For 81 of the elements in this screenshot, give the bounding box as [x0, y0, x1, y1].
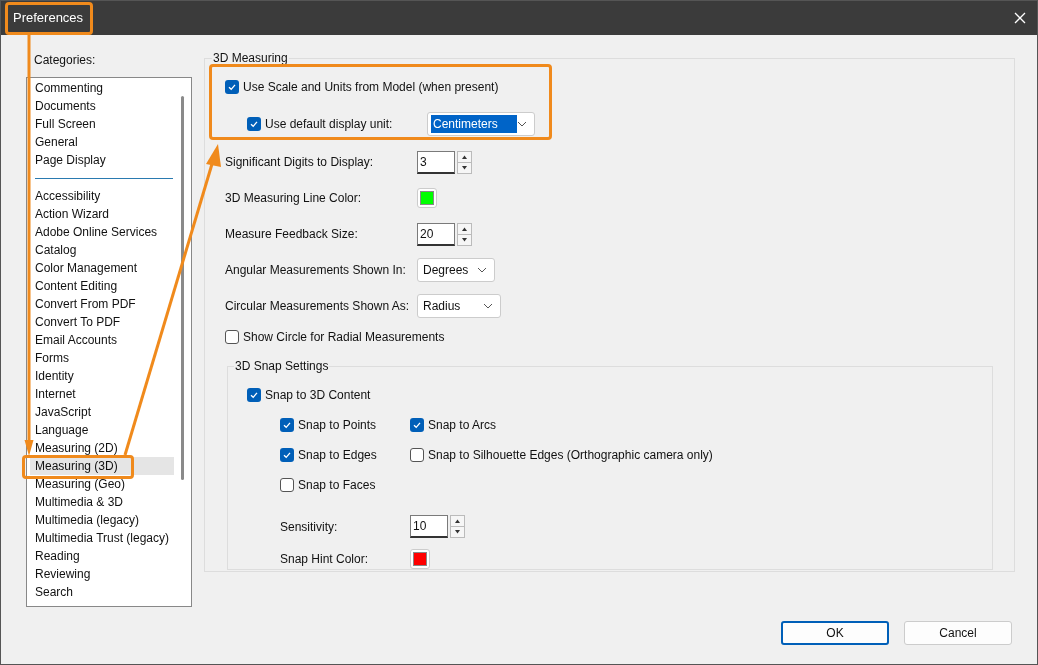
- category-item[interactable]: Convert To PDF: [30, 313, 122, 331]
- category-item[interactable]: Search: [30, 583, 75, 601]
- number-field[interactable]: 20: [417, 222, 455, 246]
- checkbox[interactable]: [247, 388, 261, 402]
- dropdown-value: Radius: [422, 298, 462, 315]
- group-title: 3D Measuring: [212, 51, 289, 65]
- category-item[interactable]: Action Wizard: [30, 205, 111, 223]
- category-item[interactable]: Measuring (2D): [30, 439, 119, 457]
- check-icon: [282, 450, 292, 460]
- number-field[interactable]: 10: [410, 515, 448, 538]
- category-item[interactable]: Measuring (Geo): [30, 475, 127, 493]
- dropdown[interactable]: Centimeters: [427, 112, 535, 136]
- category-item[interactable]: Email Accounts: [30, 331, 119, 349]
- number-field[interactable]: 3: [417, 150, 455, 174]
- checkbox-label: Use Scale and Units from Model (when present): [243, 79, 499, 96]
- dropdown-value: Degrees: [422, 262, 470, 279]
- checkbox-label: Snap to Silhouette Edges (Orthographic camera only): [428, 447, 713, 464]
- checkbox[interactable]: [280, 478, 294, 492]
- field-label: Circular Measurements Shown As:: [225, 298, 411, 315]
- category-item[interactable]: General: [30, 133, 79, 151]
- checkbox-label: Snap to Faces: [298, 477, 376, 494]
- category-item[interactable]: Color Management: [30, 259, 139, 277]
- checkbox[interactable]: [280, 418, 294, 432]
- category-item[interactable]: Forms: [30, 349, 70, 367]
- checkbox[interactable]: [410, 418, 424, 432]
- close-icon[interactable]: [1013, 11, 1027, 25]
- checkbox[interactable]: [280, 448, 294, 462]
- categories-label: Categories:: [33, 52, 97, 69]
- dialog-button[interactable]: Cancel: [904, 621, 1012, 645]
- chevron-icon: [477, 267, 487, 273]
- check-icon: [249, 390, 259, 400]
- field-label: Significant Digits to Display:: [225, 154, 375, 171]
- check-icon: [412, 420, 422, 430]
- checkbox[interactable]: [410, 448, 424, 462]
- category-item[interactable]: Multimedia (legacy): [30, 511, 141, 529]
- category-item[interactable]: Reviewing: [30, 565, 92, 583]
- category-item[interactable]: Content Editing: [30, 277, 119, 295]
- category-item[interactable]: JavaScript: [30, 403, 93, 421]
- checkbox-label: Snap to Edges: [298, 447, 377, 464]
- category-item[interactable]: Language: [30, 421, 90, 439]
- check-icon: [227, 82, 237, 92]
- checkbox[interactable]: [225, 80, 239, 94]
- dialog-button[interactable]: OK: [781, 621, 889, 645]
- checkbox-label: Snap to Arcs: [428, 417, 497, 434]
- dropdown[interactable]: Radius: [417, 294, 501, 318]
- field-label: Snap Hint Color:: [280, 551, 370, 568]
- spin-buttons[interactable]: [450, 515, 465, 538]
- category-item[interactable]: Commenting: [30, 79, 105, 97]
- category-item[interactable]: Accessibility: [30, 187, 102, 205]
- field-label: 3D Measuring Line Color:: [225, 190, 363, 207]
- chevron-icon: [483, 303, 493, 309]
- category-item[interactable]: Full Screen: [30, 115, 97, 133]
- checkbox-label: Show Circle for Radial Measurements: [243, 329, 445, 346]
- category-item[interactable]: Catalog: [30, 241, 78, 259]
- category-item[interactable]: Identity: [30, 367, 75, 385]
- field-label: Measure Feedback Size:: [225, 226, 359, 243]
- category-item[interactable]: Measuring (3D): [30, 457, 174, 475]
- checkbox-label: Snap to 3D Content: [265, 387, 371, 404]
- check-icon: [249, 119, 259, 129]
- check-icon: [282, 420, 292, 430]
- checkbox[interactable]: [225, 330, 239, 344]
- category-item[interactable]: Multimedia Trust (legacy): [30, 529, 171, 547]
- category-item[interactable]: Multimedia & 3D: [30, 493, 125, 511]
- dropdown[interactable]: Degrees: [417, 258, 495, 282]
- category-item[interactable]: Internet: [30, 385, 77, 403]
- field-label: Sensitivity:: [280, 518, 339, 536]
- spin-buttons[interactable]: [457, 222, 472, 246]
- chevron-icon: [517, 121, 527, 127]
- group-title: 3D Snap Settings: [234, 359, 330, 373]
- category-item[interactable]: Page Display: [30, 151, 107, 169]
- spin-buttons[interactable]: [457, 150, 472, 174]
- category-item[interactable]: Adobe Online Services: [30, 223, 159, 241]
- category-item[interactable]: Documents: [30, 97, 97, 115]
- checkbox-label: Snap to Points: [298, 417, 377, 434]
- checkbox-label: Use default display unit:: [265, 116, 393, 133]
- field-label: Angular Measurements Shown In:: [225, 262, 407, 279]
- window-title: Preferences: [13, 9, 84, 28]
- checkbox[interactable]: [247, 117, 261, 131]
- category-item[interactable]: Reading: [30, 547, 81, 565]
- category-item[interactable]: Convert From PDF: [30, 295, 137, 313]
- dropdown-value: Centimeters: [431, 115, 517, 133]
